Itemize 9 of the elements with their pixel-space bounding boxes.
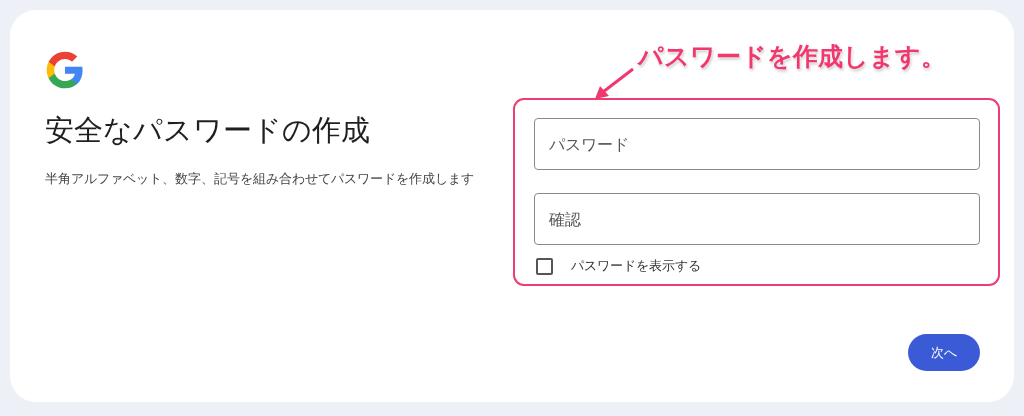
input-field[interactable]: パスワード [534,118,980,170]
input-field[interactable]: 確認 [534,193,980,245]
description-text: 半角アルファベット、数字、記号を組み合わせてパスワードを作成します [45,169,475,188]
annotation-text: パスワードを作成します。 [638,41,946,73]
google-logo-icon [45,50,85,90]
checkbox[interactable] [536,257,553,275]
page-title: 安全なパスワードの作成 [45,112,371,149]
checkbox-label: パスワードを表示する [571,257,701,275]
next-button[interactable]: 次へ [908,333,980,371]
